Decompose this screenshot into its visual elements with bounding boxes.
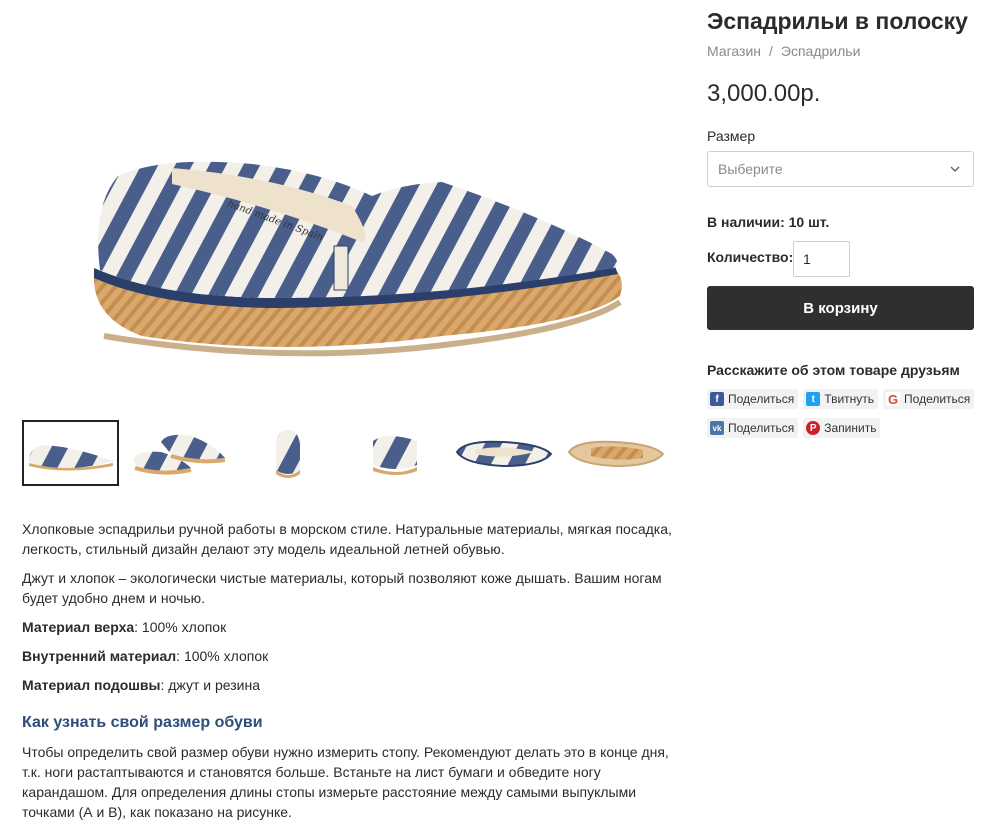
thumbnail-2[interactable]: [129, 420, 229, 486]
share-vk-label: Поделиться: [728, 421, 795, 435]
material-inner-value: : 100% хлопок: [176, 648, 269, 664]
material-top-value: : 100% хлопок: [134, 619, 227, 635]
size-guide-heading: Как узнать свой размер обуви: [22, 714, 263, 731]
thumbnail-6[interactable]: [565, 420, 667, 486]
material-sole-value: : джут и резина: [160, 677, 260, 693]
material-top: Материал верха: 100% хлопок: [22, 617, 682, 637]
size-select[interactable]: Выберите: [707, 151, 974, 187]
vk-icon: vk: [710, 421, 724, 435]
share-pinterest-button[interactable]: P Запинить: [803, 418, 881, 438]
thumbnail-3[interactable]: [239, 420, 336, 486]
share-vk-button[interactable]: vk Поделиться: [707, 418, 799, 438]
breadcrumb-separator: /: [769, 43, 773, 59]
product-description: Хлопковые эспадрильи ручной работы в мор…: [22, 519, 682, 831]
share-facebook-button[interactable]: f Поделиться: [707, 389, 799, 409]
quantity-input[interactable]: [793, 241, 850, 277]
product-title: Эспадрильи в полоску: [707, 8, 968, 34]
share-facebook-label: Поделиться: [728, 392, 795, 406]
material-inner: Внутренний материал: 100% хлопок: [22, 646, 682, 666]
size-select-value: Выберите: [718, 161, 783, 177]
description-paragraph-1: Хлопковые эспадрильи ручной работы в мор…: [22, 521, 672, 557]
material-sole-label: Материал подошвы: [22, 677, 161, 693]
add-to-cart-button[interactable]: В корзину: [707, 286, 974, 330]
thumbnail-strip: [22, 420, 677, 486]
share-twitter-label: Твитнуть: [824, 392, 875, 406]
share-title: Расскажите об этом товаре друзьям: [707, 362, 960, 378]
material-top-label: Материал верха: [22, 619, 135, 635]
share-row-2: vk Поделиться P Запинить: [707, 418, 881, 438]
pinterest-icon: P: [806, 421, 821, 435]
google-icon: G: [886, 391, 901, 407]
size-guide-text: Чтобы определить свой размер обуви нужно…: [22, 744, 669, 820]
description-paragraph-2: Джут и хлопок – экологически чистые мате…: [22, 570, 662, 606]
product-main-image[interactable]: hand made in Spain: [22, 6, 677, 406]
share-row-1: f Поделиться t Твитнуть G Поделиться: [707, 389, 975, 409]
thumbnail-5[interactable]: [453, 420, 555, 486]
quantity-label: Количество:: [707, 249, 794, 265]
size-label: Размер: [707, 128, 756, 144]
material-sole: Материал подошвы: джут и резина: [22, 675, 682, 695]
share-pinterest-label: Запинить: [824, 421, 877, 435]
breadcrumb: Магазин / Эспадрильи: [707, 43, 860, 59]
stock-status: В наличии: 10 шт.: [707, 214, 830, 230]
product-price: 3,000.00р.: [707, 80, 821, 107]
share-twitter-button[interactable]: t Твитнуть: [803, 389, 879, 409]
twitter-icon: t: [806, 392, 821, 406]
material-inner-label: Внутренний материал: [22, 648, 177, 664]
facebook-icon: f: [710, 392, 724, 406]
chevron-down-icon: [950, 166, 960, 173]
share-google-label: Поделиться: [904, 392, 971, 406]
share-google-button[interactable]: G Поделиться: [883, 389, 975, 409]
thumbnail-4[interactable]: [346, 420, 443, 486]
breadcrumb-shop[interactable]: Магазин: [707, 43, 761, 59]
breadcrumb-category[interactable]: Эспадрильи: [781, 43, 861, 59]
thumbnail-1[interactable]: [22, 420, 119, 486]
